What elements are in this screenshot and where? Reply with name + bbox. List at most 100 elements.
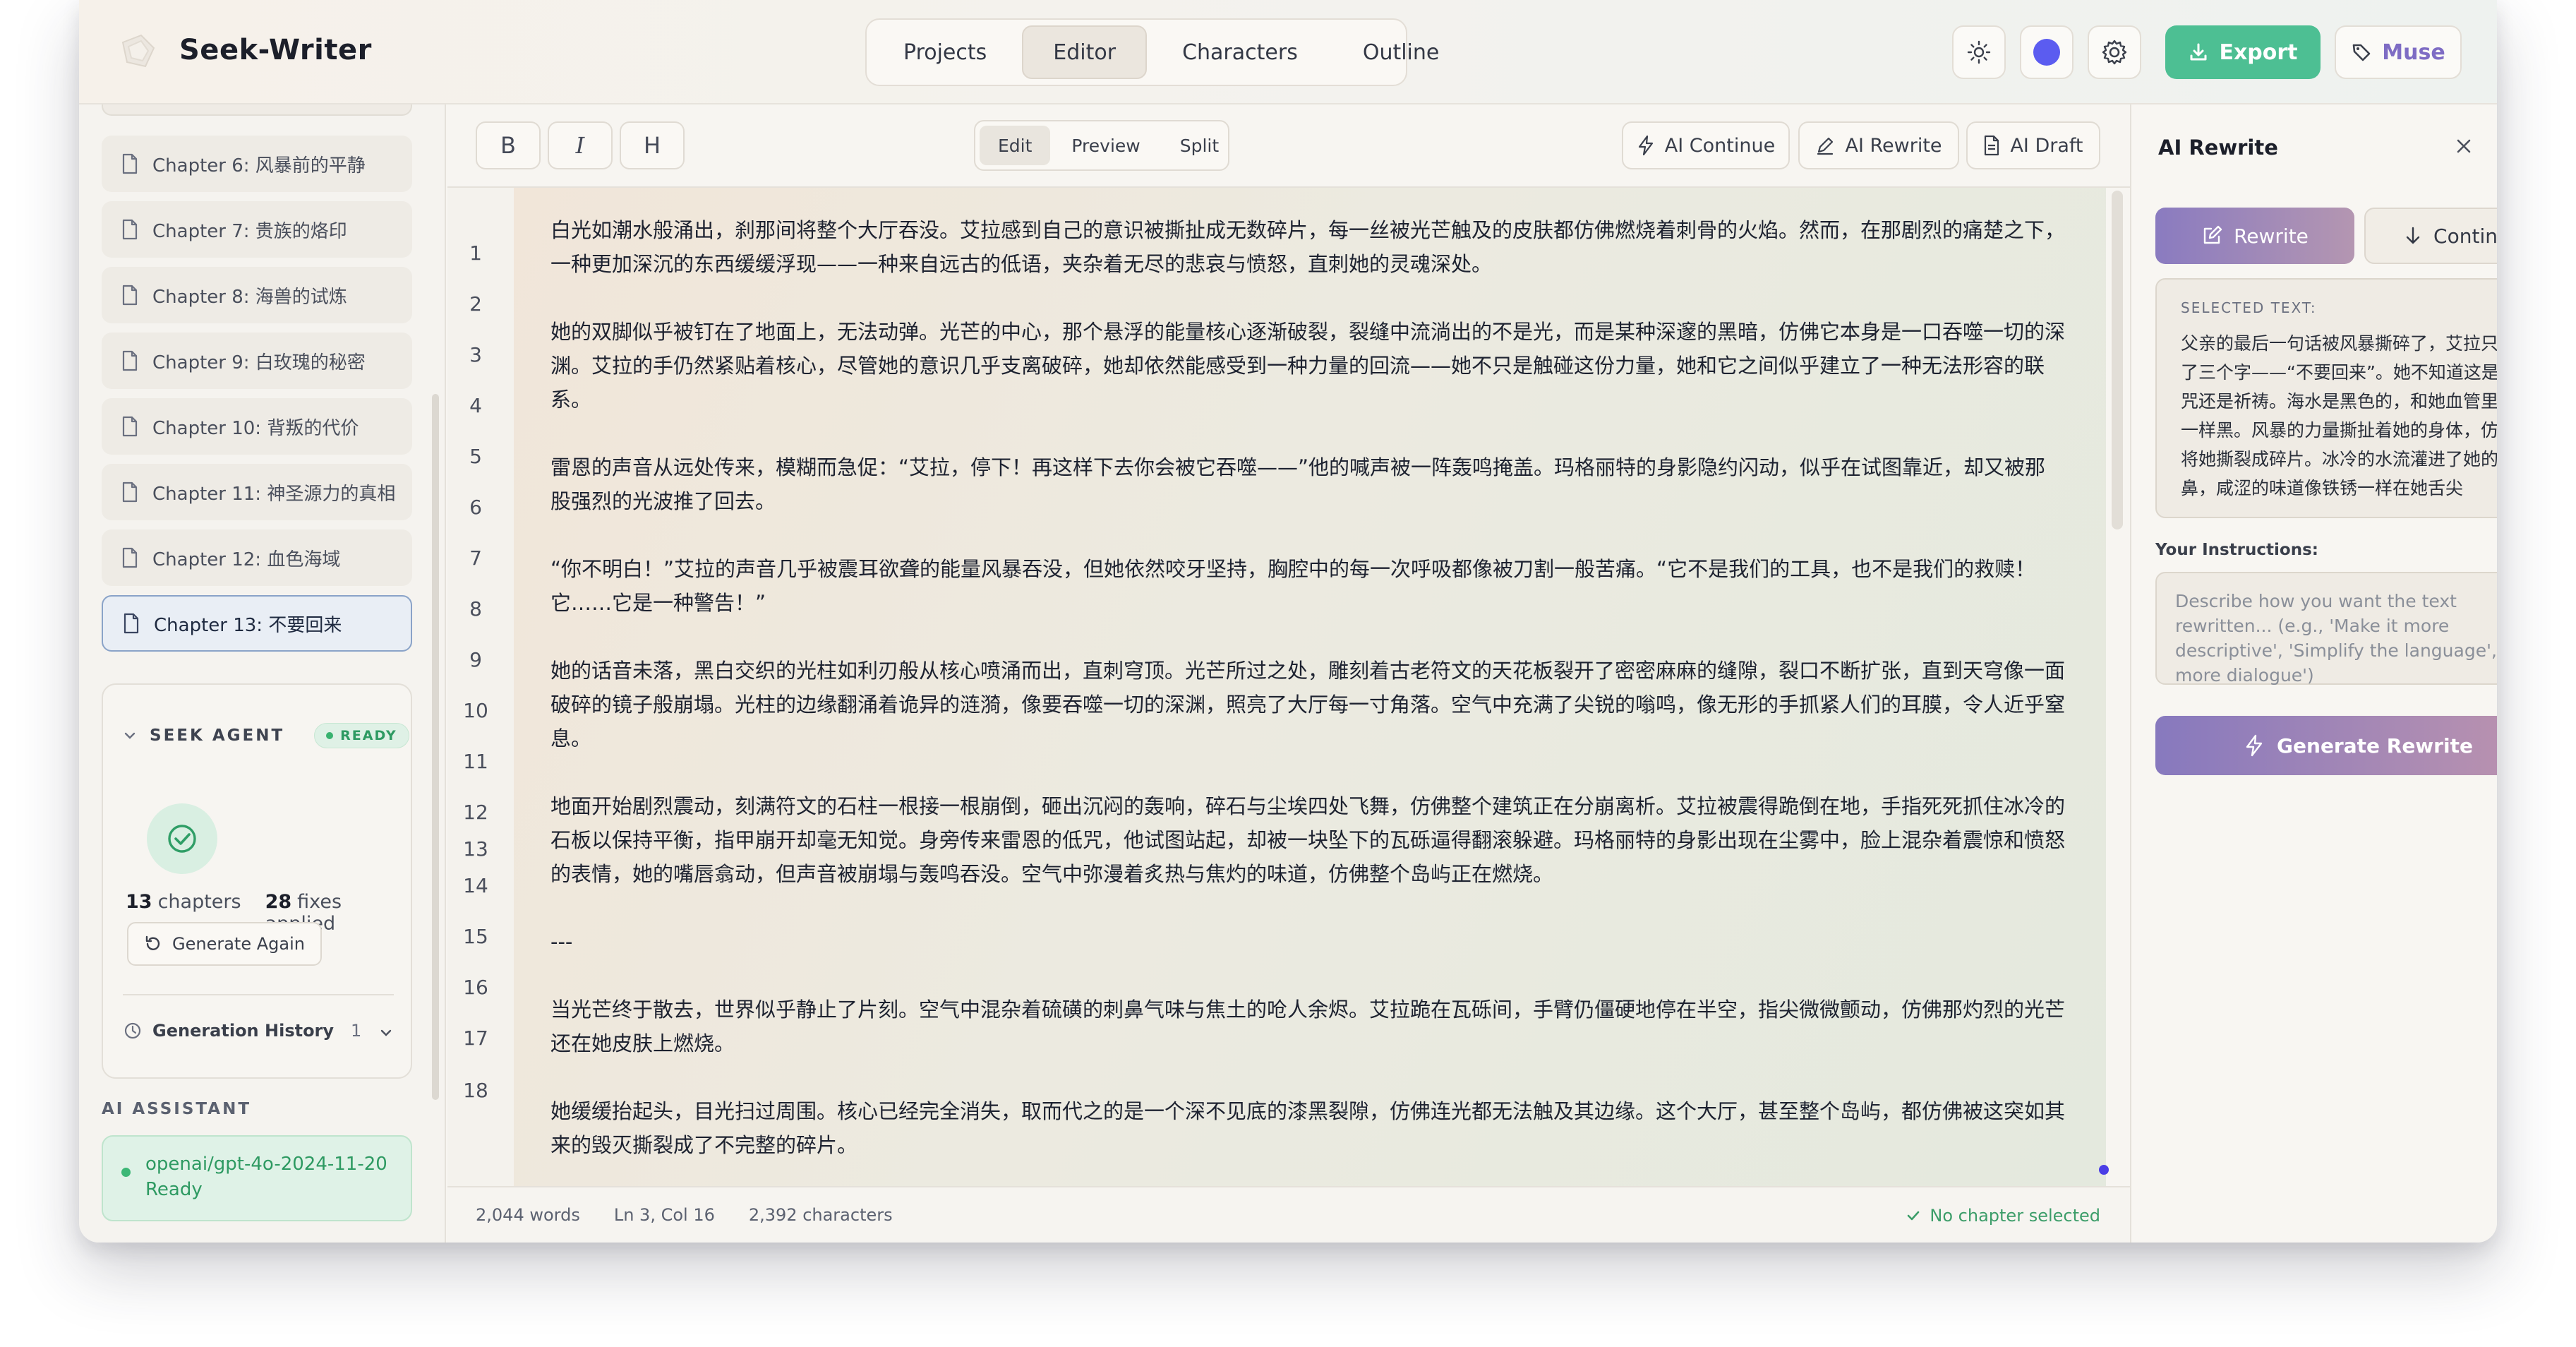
editor-scrollbar[interactable]: [2112, 191, 2123, 529]
theme-toggle-button[interactable]: [1952, 25, 2006, 79]
line-number: 9: [469, 648, 482, 671]
bold-label: B: [500, 132, 516, 159]
generate-rewrite-label: Generate Rewrite: [2277, 734, 2473, 758]
pen-icon: [1817, 137, 1834, 155]
check-icon: [1908, 1211, 1920, 1221]
mode-preview[interactable]: Preview: [1053, 126, 1158, 165]
chapter-text-editor[interactable]: 白光如潮水般涌出，刹那间将整个大厅吞没。艾拉感到自己的意识被撕扯成无数碎片，每一…: [514, 188, 2106, 1186]
paragraph: 雷恩的声音从远处传来，模糊而急促：“艾拉，停下！再这样下去你会被它吞噬——”他的…: [550, 455, 2046, 513]
chapter-label: Chapter 7: 贵族的烙印: [152, 220, 347, 242]
generation-history-label: Generation History: [152, 1021, 335, 1041]
color-theme-button[interactable]: [2020, 25, 2074, 79]
selected-text: 父亲的最后一句话被风暴撕碎了，艾拉只听清了三个字——“不要回来”。她不知道这是诅…: [2181, 333, 2497, 498]
continue-mode-label: Continue: [2433, 224, 2497, 248]
sidebar-scrollbar[interactable]: [432, 394, 439, 1100]
editor-toolbar: B I H Edit Preview Split AI Continue AI …: [447, 104, 2130, 188]
seek-agent-header[interactable]: SEEK AGENT READY: [123, 723, 409, 748]
chapter-item[interactable]: Chapter 12: 血色海域: [102, 529, 412, 586]
chapters-count: 13: [126, 891, 152, 913]
line-number: 13: [463, 837, 488, 861]
ai-continue-label: AI Continue: [1664, 134, 1776, 157]
muse-button[interactable]: Muse: [2335, 25, 2462, 79]
success-check: [147, 803, 217, 874]
tab-editor[interactable]: Editor: [1022, 25, 1148, 79]
view-mode-toggle: Edit Preview Split: [974, 120, 1229, 171]
chapter-item[interactable]: Chapter 6: 风暴前的平静: [102, 136, 412, 192]
cursor-indicator: [2099, 1165, 2109, 1175]
chapter-item[interactable]: Chapter 7: 贵族的烙印: [102, 201, 412, 258]
line-number: 2: [469, 292, 482, 316]
check-circle-icon: [168, 825, 196, 853]
line-number: 15: [463, 925, 488, 948]
document-icon: [122, 547, 138, 568]
status-dot: [326, 732, 334, 739]
refresh-icon: [145, 935, 160, 950]
rewrite-mode-label: Rewrite: [2234, 224, 2309, 248]
chapter-item[interactable]: Chapter 11: 神圣源力的真相: [102, 464, 412, 520]
model-status-card[interactable]: openai/gpt-4o-2024-11-20 Ready: [102, 1135, 412, 1221]
generation-history-toggle[interactable]: Generation History 1: [123, 1021, 394, 1041]
line-number: 8: [469, 597, 482, 621]
continue-mode-button[interactable]: Continue: [2364, 208, 2497, 264]
divider: [123, 994, 394, 995]
panel-title: AI Rewrite: [2158, 136, 2278, 160]
sun-icon: [1967, 40, 1991, 64]
chapter-item[interactable]: Chapter 9: 白玫瑰的秘密: [102, 333, 412, 389]
seek-agent-card: SEEK AGENT READY 13chapters 28fixes appl…: [102, 683, 412, 1079]
italic-button[interactable]: I: [548, 121, 613, 169]
main-nav-tabs: Projects Editor Characters Outline: [865, 18, 1439, 86]
heading-button[interactable]: H: [620, 121, 685, 169]
chapter-label: Chapter 13: 不要回来: [154, 614, 342, 636]
paragraph: 她的双脚似乎被钉在了地面上，无法动弹。光芒的中心，那个悬浮的能量核心逐渐破裂，裂…: [550, 320, 2066, 412]
chapter-item[interactable]: Chapter 8: 海兽的试炼: [102, 267, 412, 323]
paragraph: 地面开始剧烈震动，刻满符文的石柱一根接一根崩倒，砸出沉闷的轰响，碎石与尘埃四处飞…: [550, 794, 2066, 886]
line-number-gutter: 1 2 3 4 5 6 7 8 9 10 11 12 13 14 15 16 1…: [447, 188, 514, 1186]
chapter-item-partial[interactable]: [102, 104, 412, 116]
generation-history-count: 1: [351, 1021, 362, 1041]
chapter-item[interactable]: Chapter 10: 背叛的代价: [102, 398, 412, 455]
ai-continue-button[interactable]: AI Continue: [1622, 121, 1790, 169]
ai-rewrite-panel: AI Rewrite Rewrite Continue SELECTED TEX…: [2130, 104, 2497, 1243]
document-icon: [122, 350, 138, 371]
mode-split[interactable]: Split: [1162, 126, 1237, 165]
line-number: 10: [463, 699, 488, 722]
chapter-selection-label: No chapter selected: [1930, 1206, 2100, 1226]
italic-label: I: [575, 132, 585, 159]
chapter-label: Chapter 11: 神圣源力的真相: [152, 483, 396, 505]
ai-draft-button[interactable]: AI Draft: [1966, 121, 2100, 169]
line-number: 16: [463, 976, 488, 999]
tab-outline[interactable]: Outline: [1333, 25, 1469, 79]
paragraph: 当光芒终于散去，世界似乎静止了片刻。空气中混杂着硫磺的刺鼻气味与焦土的呛人余烬。…: [550, 998, 2066, 1055]
mode-edit[interactable]: Edit: [980, 126, 1051, 165]
document-icon: [122, 153, 138, 174]
tag-icon: [2352, 44, 2371, 61]
bold-button[interactable]: B: [476, 121, 541, 169]
clock-icon: [124, 1022, 141, 1039]
line-number: 3: [469, 343, 482, 366]
gear-icon: [2102, 40, 2127, 65]
rewrite-mode-button[interactable]: Rewrite: [2155, 208, 2354, 264]
settings-button[interactable]: [2088, 25, 2141, 79]
separator-line: ---: [550, 930, 573, 954]
document-icon: [1985, 135, 1999, 156]
export-label: Export: [2219, 40, 2298, 65]
close-icon[interactable]: [2453, 136, 2474, 157]
app-title: Seek-Writer: [179, 34, 372, 66]
model-status: Ready: [145, 1179, 203, 1200]
ai-rewrite-button[interactable]: AI Rewrite: [1798, 121, 1959, 169]
tab-characters[interactable]: Characters: [1152, 25, 1328, 79]
export-button[interactable]: Export: [2165, 25, 2321, 79]
generate-again-button[interactable]: Generate Again: [127, 922, 322, 966]
tab-projects[interactable]: Projects: [874, 25, 1016, 79]
app-window: Seek-Writer Projects Editor Characters O…: [79, 0, 2497, 1243]
chapter-item-active[interactable]: Chapter 13: 不要回来: [102, 595, 412, 652]
selected-text-box: SELECTED TEXT: 父亲的最后一句话被风暴撕碎了，艾拉只听清了三个字—…: [2155, 278, 2497, 518]
chapter-label: Chapter 12: 血色海域: [152, 549, 341, 570]
generate-rewrite-button[interactable]: Generate Rewrite: [2155, 716, 2497, 775]
heading-label: H: [643, 132, 661, 159]
instructions-input[interactable]: Describe how you want the text rewritten…: [2155, 572, 2497, 686]
chapter-label: Chapter 6: 风暴前的平静: [152, 155, 366, 176]
status-badge-label: READY: [340, 728, 397, 743]
theme-color-dot: [2033, 39, 2060, 66]
line-number: 17: [463, 1026, 488, 1050]
